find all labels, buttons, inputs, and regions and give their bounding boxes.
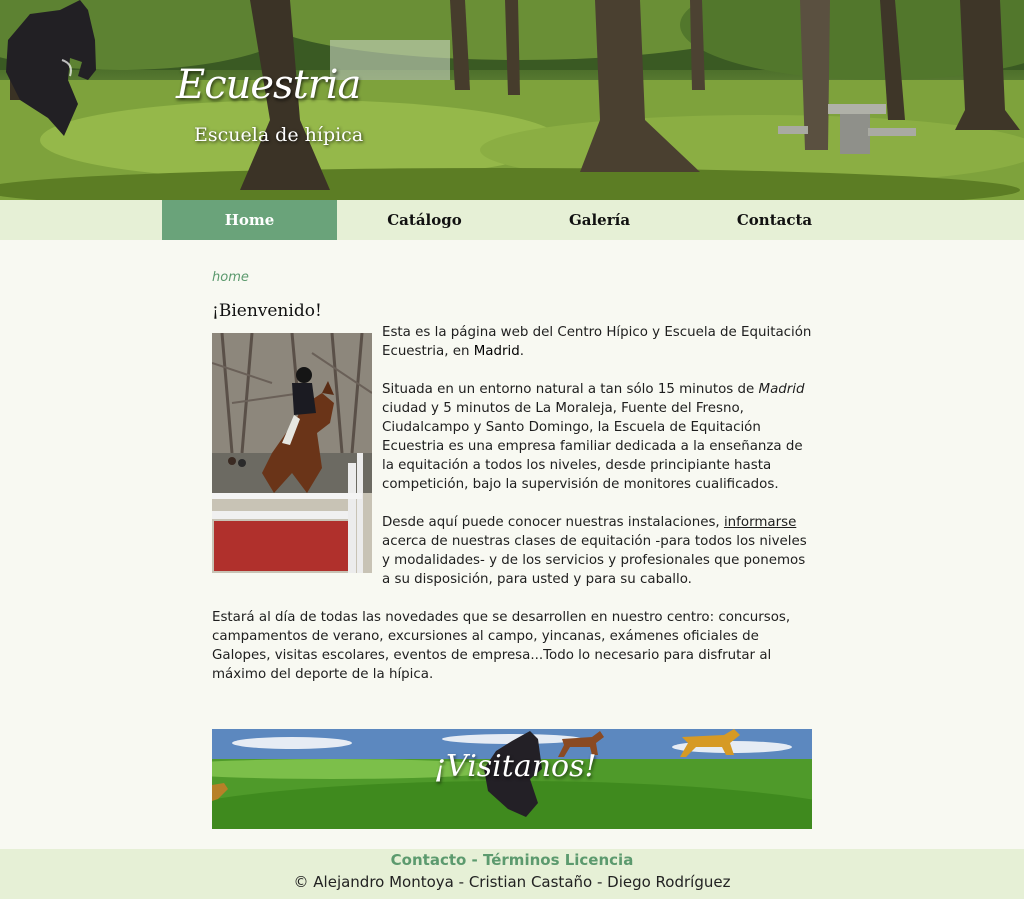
footer-terms-link[interactable]: Términos Licencia: [483, 851, 633, 869]
intro-p2-rest: ciudad y 5 minutos de La Moraleja, Fuent…: [382, 401, 803, 492]
equestrian-jump-photo: [212, 333, 372, 573]
nav-item-galeria[interactable]: Galería: [512, 200, 687, 240]
intro-paragraph-2: Situada en un entorno natural a tan sólo…: [382, 380, 814, 494]
intro-p1-text: Esta es la página web del Centro Hípico …: [382, 325, 812, 359]
informarse-link[interactable]: informarse: [724, 515, 796, 530]
footer-credit: © Alejandro Montoya - Cristian Castaño -…: [293, 873, 731, 891]
closing-paragraph: Estará al día de todas las novedades que…: [212, 610, 791, 682]
intro-paragraph-3: Desde aquí puede conocer nuestras instal…: [382, 513, 814, 589]
breadcrumb[interactable]: home: [212, 270, 249, 285]
nav-item-home[interactable]: Home: [162, 200, 337, 240]
horse-head-logo-icon: [6, 0, 96, 136]
footer-separator: -: [466, 851, 483, 869]
page-title: ¡Bienvenido!: [212, 301, 322, 321]
brand-tagline: Escuela de hípica: [194, 124, 364, 146]
intro-text: Esta es la página web del Centro Hípico …: [382, 323, 814, 608]
main-navigation: Home Catálogo Galería Contacta: [0, 200, 1024, 240]
intro-p2-city: Madrid: [758, 382, 805, 397]
intro-p1-city: Madrid: [473, 344, 520, 359]
nav-item-catalogo[interactable]: Catálogo: [337, 200, 512, 240]
footer-contact-link[interactable]: Contacto: [391, 851, 467, 869]
intro-paragraph-1: Esta es la página web del Centro Hípico …: [382, 323, 814, 361]
intro-p2-start: Situada en un entorno natural a tan sólo…: [382, 382, 759, 397]
intro-p3-start: Desde aquí puede conocer nuestras instal…: [382, 515, 724, 530]
visit-banner-text: ¡Visitanos!: [434, 749, 597, 784]
footer: Contacto - Términos Licencia © Alejandro…: [0, 849, 1024, 899]
intro-p1-end: .: [519, 344, 524, 359]
brand-name[interactable]: Ecuestria: [176, 62, 361, 108]
footer-links: Contacto - Términos Licencia: [0, 851, 1024, 869]
header-banner: Ecuestria Escuela de hípica: [0, 0, 1024, 200]
nav-item-contacta[interactable]: Contacta: [687, 200, 862, 240]
visit-banner[interactable]: ¡Visitanos!: [212, 729, 812, 829]
nav-list: Home Catálogo Galería Contacta: [162, 200, 862, 240]
banner-forest-scene: [0, 0, 1024, 200]
intro-p3-rest: acerca de nuestras clases de equitación …: [382, 534, 807, 587]
